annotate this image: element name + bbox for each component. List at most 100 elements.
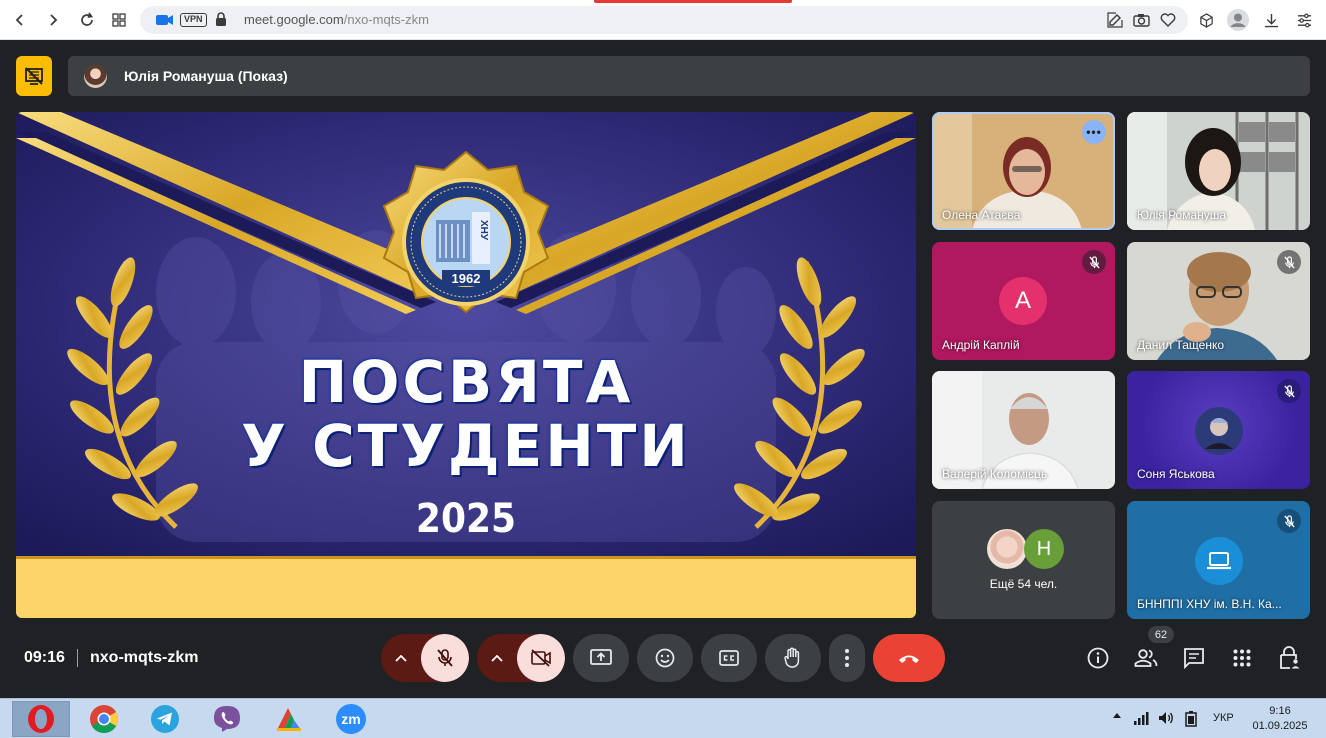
reactions-button[interactable] <box>637 634 693 682</box>
host-controls-button[interactable] <box>1278 646 1302 670</box>
participant-initial-avatar: А <box>999 277 1047 325</box>
download-icon[interactable] <box>1260 9 1282 31</box>
present-screen-button[interactable] <box>573 634 629 682</box>
participant-name: Данил Тащенко <box>1137 338 1225 352</box>
participant-name: Андрій Каплій <box>942 338 1020 352</box>
browser-toolbar: VPN meet.google.com/nxo-mqts-zkm <box>0 0 1326 40</box>
taskbar-app-opera[interactable] <box>12 701 70 737</box>
participant-name: Юлія Романуша <box>1137 208 1227 222</box>
volume-icon[interactable] <box>1158 711 1174 725</box>
others-avatar-photo <box>987 529 1027 569</box>
lock-person-icon <box>1280 646 1300 669</box>
participant-tile[interactable]: Соня Яськова <box>1127 371 1310 489</box>
meeting-details-button[interactable] <box>1086 646 1110 670</box>
microphone-control <box>381 634 469 682</box>
snapshot-camera-icon[interactable] <box>1133 12 1150 28</box>
activities-button[interactable] <box>1230 646 1254 670</box>
others-initial-avatar: Н <box>1024 529 1064 569</box>
camera-in-use-icon[interactable] <box>156 13 174 32</box>
reload-button[interactable] <box>76 9 98 31</box>
opera-icon <box>28 705 54 733</box>
participant-tile[interactable]: БННППІ ХНУ ім. В.Н. Ка... <box>1127 501 1310 619</box>
address-bar[interactable]: VPN meet.google.com/nxo-mqts-zkm <box>140 6 1188 34</box>
audio-options-button[interactable] <box>381 634 421 682</box>
profile-avatar-icon[interactable] <box>1227 9 1249 31</box>
tab-indicator <box>594 0 792 3</box>
cube-icon[interactable] <box>1195 9 1217 31</box>
participant-name: Валерій Коломієць <box>942 467 1048 481</box>
presenter-avatar <box>84 65 107 88</box>
mic-off-icon <box>1277 250 1301 274</box>
camera-control <box>477 634 565 682</box>
leave-call-button[interactable] <box>873 634 945 682</box>
slide-title-line2: У СТУДЕНТИ <box>241 412 691 480</box>
participant-tile[interactable]: ••• Олена Атаєва <box>932 112 1115 230</box>
url-text[interactable]: meet.google.com/nxo-mqts-zkm <box>244 12 429 27</box>
address-bar-actions <box>1107 12 1176 28</box>
divider <box>77 649 78 667</box>
participant-tile[interactable]: Юлія Романуша <box>1127 112 1310 230</box>
taskbar-app-chrome-remote[interactable] <box>261 701 317 737</box>
chevron-up-icon <box>491 654 503 662</box>
people-icon <box>1134 649 1158 667</box>
participant-avatar <box>1195 407 1243 455</box>
presentation-stage[interactable]: ХНУ 1962 ПОСВЯТА У СТУДЕНТИ 2025 <box>16 112 916 618</box>
vpn-badge[interactable]: VPN <box>180 13 207 27</box>
people-button[interactable] <box>1134 646 1158 670</box>
network-icon[interactable] <box>1133 711 1149 725</box>
forward-button[interactable] <box>42 9 64 31</box>
presentation-indicator-button[interactable] <box>16 56 52 96</box>
battery-icon[interactable] <box>1184 711 1198 727</box>
participant-name: Олена Атаєва <box>942 208 1021 222</box>
participant-name: БННППІ ХНУ ім. В.Н. Ка... <box>1137 597 1282 611</box>
mic-toggle-button[interactable] <box>421 634 469 682</box>
laptop-icon <box>1195 537 1243 585</box>
mic-off-icon <box>1277 509 1301 533</box>
raise-hand-button[interactable] <box>765 634 821 682</box>
taskbar-app-zoom[interactable]: zm <box>323 701 379 737</box>
zoom-icon: zm <box>336 704 366 734</box>
tray-overflow-icon[interactable] <box>1112 711 1122 719</box>
lock-icon[interactable] <box>215 12 227 32</box>
closed-captions-icon <box>719 650 739 666</box>
mic-off-icon <box>1277 379 1301 403</box>
back-button[interactable] <box>9 9 31 31</box>
more-vert-icon <box>845 649 849 667</box>
chat-icon <box>1184 648 1204 669</box>
captions-button[interactable] <box>701 634 757 682</box>
presentation-off-icon <box>25 67 43 85</box>
more-options-button[interactable]: ••• <box>1082 120 1106 144</box>
easy-setup-icon[interactable] <box>1293 9 1315 31</box>
taskbar-app-chrome[interactable] <box>76 701 132 737</box>
meeting-code: nxo-mqts-zkm <box>90 649 199 666</box>
clock-time: 9:16 <box>1269 705 1291 717</box>
tabs-grid-icon[interactable] <box>108 9 130 31</box>
viber-icon <box>214 706 240 732</box>
url-path: /nxo-mqts-zkm <box>343 12 429 27</box>
heart-icon[interactable] <box>1160 12 1176 28</box>
chevron-up-icon <box>395 654 407 662</box>
clock-date: 01.09.2025 <box>1252 720 1308 732</box>
others-tile[interactable]: Н Ещё 54 чел. <box>932 501 1115 619</box>
video-options-button[interactable] <box>477 634 517 682</box>
chrome-remote-desktop-icon <box>277 708 301 731</box>
participant-tile[interactable]: А Андрій Каплій <box>932 242 1115 360</box>
logo-letters: ХНУ <box>478 220 489 241</box>
apps-grid-icon <box>1233 649 1251 667</box>
edit-icon[interactable] <box>1107 12 1123 28</box>
chat-button[interactable] <box>1182 646 1206 670</box>
emoji-icon <box>655 648 675 668</box>
participant-tile[interactable]: Валерій Коломієць <box>932 371 1115 489</box>
participant-tile[interactable]: Данил Тащенко <box>1127 242 1310 360</box>
presenter-banner: Юлія Романуша (Показ) <box>68 56 1310 96</box>
language-indicator[interactable]: УКР <box>1213 712 1234 724</box>
call-end-icon <box>899 655 919 663</box>
camera-toggle-button[interactable] <box>517 634 565 682</box>
others-count-label: Ещё 54 чел. <box>989 577 1058 591</box>
taskbar-app-telegram[interactable] <box>137 701 193 737</box>
taskbar-app-viber[interactable] <box>199 701 255 737</box>
system-clock[interactable]: 9:16 01.09.2025 <box>1252 704 1308 734</box>
hand-icon <box>784 647 800 668</box>
more-options-button[interactable] <box>829 634 865 682</box>
meeting-time: 09:16 <box>24 649 65 666</box>
